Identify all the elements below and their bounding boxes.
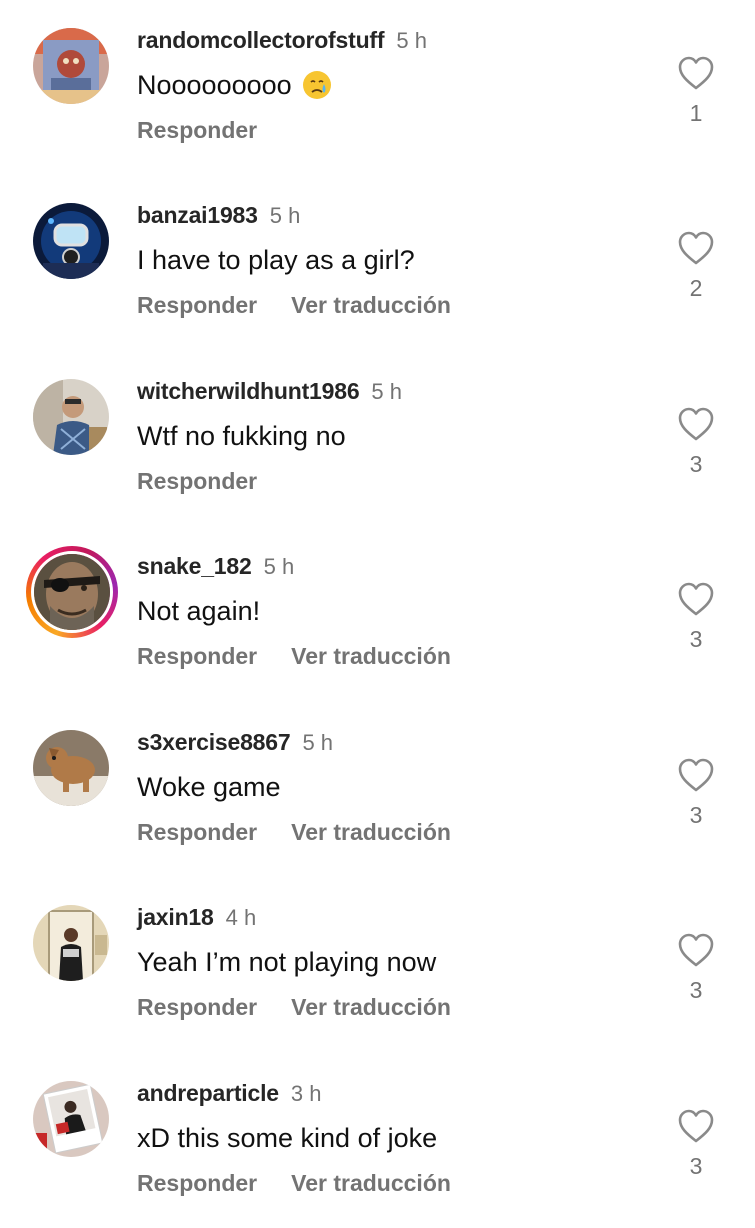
username[interactable]: witcherwildhunt1986 (137, 378, 360, 404)
username[interactable]: banzai1983 (137, 202, 258, 228)
comment-actions: Responder Ver traducción (137, 1168, 451, 1198)
see-translation-button[interactable]: Ver traducción (291, 290, 451, 320)
like-count: 3 (689, 451, 703, 477)
reply-button[interactable]: Responder (137, 817, 257, 847)
heart-outline-icon[interactable] (677, 1108, 715, 1144)
comment-text: Not again! (137, 594, 260, 628)
heart-outline-icon[interactable] (677, 230, 715, 266)
comment-actions: Responder Ver traducción (137, 290, 451, 320)
avatar[interactable] (33, 203, 109, 279)
like-count: 2 (689, 275, 703, 301)
heart-outline-icon[interactable] (677, 406, 715, 442)
like-control[interactable]: 3 (676, 406, 716, 478)
comment-actions: Responder Ver traducción (137, 641, 451, 671)
reply-button[interactable]: Responder (137, 115, 257, 145)
diver-avatar (33, 203, 109, 279)
avatar-with-story-ring[interactable] (26, 546, 118, 638)
see-translation-button[interactable]: Ver traducción (291, 641, 451, 671)
comment-body: Woke game (137, 772, 281, 802)
dog-avatar (33, 730, 109, 806)
like-count: 3 (689, 626, 703, 652)
like-control[interactable]: 3 (676, 1108, 716, 1180)
like-count: 3 (689, 802, 703, 828)
comment-body: Yeah I’m not playing now (137, 947, 437, 977)
comment-text: Woke game (137, 770, 281, 804)
see-translation-button[interactable]: Ver traducción (291, 992, 451, 1022)
comment-item: witcherwildhunt1986 5 h Wtf no fukking no… (0, 351, 755, 526)
like-control[interactable]: 1 (676, 55, 716, 127)
comment-actions: Responder Ver traducción (137, 992, 451, 1022)
username[interactable]: jaxin18 (137, 904, 214, 930)
like-count: 1 (689, 100, 703, 126)
crying-face-icon (302, 71, 331, 99)
timestamp: 5 h (263, 554, 295, 579)
comment-body: Wtf no fukking no (137, 421, 346, 451)
comment-text: Nooooooooo (137, 68, 332, 102)
username[interactable]: s3xercise8867 (137, 729, 291, 755)
comment-body: Nooooooooo (137, 70, 292, 100)
see-translation-button[interactable]: Ver traducción (291, 1168, 451, 1198)
reply-button[interactable]: Responder (137, 641, 257, 671)
timestamp: 4 h (225, 905, 257, 930)
timestamp: 5 h (269, 203, 301, 228)
comment-meta: snake_182 5 h (137, 552, 294, 581)
like-count: 3 (689, 1153, 703, 1179)
comment-meta: andreparticle 3 h (137, 1079, 321, 1108)
comment-item: s3xercise8867 5 h Woke game Responder Ver … (0, 702, 755, 877)
like-control[interactable]: 3 (676, 581, 716, 653)
timestamp: 5 h (396, 28, 427, 53)
avatar[interactable] (33, 379, 109, 455)
reply-button[interactable]: Responder (137, 466, 257, 496)
timestamp: 3 h (290, 1081, 322, 1106)
like-control[interactable]: 2 (676, 230, 716, 302)
username[interactable]: andreparticle (137, 1080, 279, 1106)
reply-button[interactable]: Responder (137, 1168, 257, 1198)
comment-meta: banzai1983 5 h (137, 201, 300, 230)
heart-outline-icon[interactable] (677, 757, 715, 793)
like-count: 3 (689, 977, 703, 1003)
like-control[interactable]: 3 (676, 757, 716, 829)
comment-item: snake_182 5 h Not again! Responder Ver tra… (0, 526, 755, 701)
avatar[interactable] (33, 1081, 109, 1157)
comment-body: xD this some kind of joke (137, 1123, 438, 1153)
timestamp: 5 h (371, 379, 403, 404)
comment-item: andreparticle 3 h xD this some kind of jo… (0, 1053, 755, 1228)
comment-item: randomcollectorofstuff 5 h Nooooooooo Res… (0, 0, 755, 175)
eyepatch-soldier-avatar (34, 554, 110, 630)
comment-meta: witcherwildhunt1986 5 h (137, 377, 402, 406)
comment-body: Not again! (137, 596, 261, 626)
comment-actions: Responder (137, 115, 257, 145)
comment-item: banzai1983 5 h I have to play as a girl? … (0, 175, 755, 350)
heart-outline-icon[interactable] (677, 55, 715, 91)
reply-button[interactable]: Responder (137, 992, 257, 1022)
username[interactable]: randomcollectorofstuff (137, 27, 385, 53)
reply-button[interactable]: Responder (137, 290, 257, 320)
comment-meta: s3xercise8867 5 h (137, 728, 333, 757)
comment-meta: randomcollectorofstuff 5 h (137, 26, 427, 55)
heart-outline-icon[interactable] (677, 932, 715, 968)
person-photo-avatar (33, 379, 109, 455)
avatar[interactable] (33, 28, 109, 104)
polaroid-avatar (33, 1081, 109, 1157)
comment-actions: Responder Ver traducción (137, 817, 451, 847)
comment-meta: jaxin18 4 h (137, 903, 256, 932)
colorful-artwork-avatar (33, 28, 109, 104)
doorway-person-avatar (33, 905, 109, 981)
timestamp: 5 h (302, 730, 334, 755)
comment-list: randomcollectorofstuff 5 h Nooooooooo Res… (0, 0, 755, 1200)
comment-text: xD this some kind of joke (137, 1121, 437, 1155)
comment-actions: Responder (137, 466, 257, 496)
comment-text: Wtf no fukking no (137, 419, 346, 453)
heart-outline-icon[interactable] (677, 581, 715, 617)
comment-item: jaxin18 4 h Yeah I’m not playing now Resp… (0, 877, 755, 1052)
comment-text: I have to play as a girl? (137, 243, 415, 277)
username[interactable]: snake_182 (137, 553, 252, 579)
avatar[interactable] (33, 730, 109, 806)
avatar[interactable] (33, 905, 109, 981)
comment-text: Yeah I’m not playing now (137, 945, 436, 979)
see-translation-button[interactable]: Ver traducción (291, 817, 451, 847)
like-control[interactable]: 3 (676, 932, 716, 1004)
comment-body: I have to play as a girl? (137, 245, 415, 275)
